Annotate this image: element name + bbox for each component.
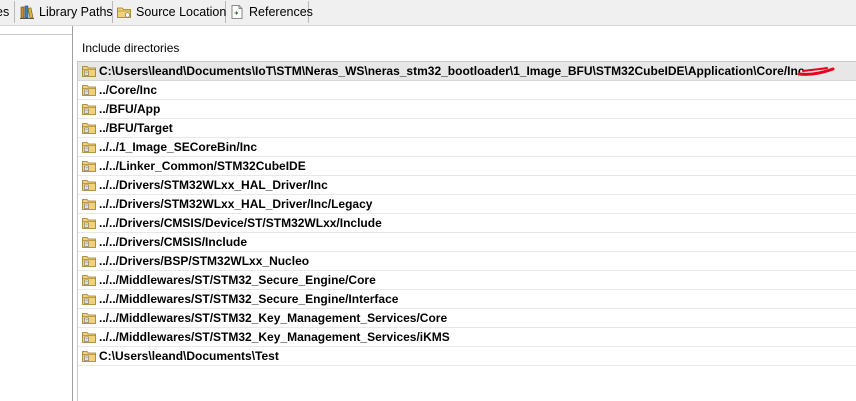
include-path: ../BFU/App — [99, 102, 161, 116]
list-item[interactable]: ../../Drivers/CMSIS/Device/ST/STM32WLxx/… — [78, 214, 856, 233]
list-item[interactable]: ../../Middlewares/ST/STM32_Key_Managemen… — [78, 328, 856, 347]
list-item[interactable]: ../../Drivers/STM32WLxx_HAL_Driver/Inc/L… — [78, 195, 856, 214]
include-folder-icon — [81, 63, 97, 79]
list-item[interactable]: ../../Linker_Common/STM32CubeIDE — [78, 157, 856, 176]
include-path: ../BFU/Target — [99, 121, 173, 135]
include-folder-icon — [81, 101, 97, 117]
include-path: ../../Middlewares/ST/STM32_Key_Managemen… — [99, 330, 450, 344]
include-path: ../../Drivers/BSP/STM32WLxx_Nucleo — [99, 254, 310, 268]
include-path: ../../Drivers/CMSIS/Device/ST/STM32WLxx/… — [99, 216, 382, 230]
include-directories-list[interactable]: C:\Users\leand\Documents\IoT\STM\Neras_W… — [77, 61, 856, 401]
section-label: Include directories — [82, 41, 180, 55]
include-folder-icon — [81, 310, 97, 326]
include-folder-icon — [81, 196, 97, 212]
tab-source-location[interactable]: Source Location — [113, 1, 226, 23]
references-page-icon — [229, 4, 245, 20]
list-item[interactable]: ../../Drivers/STM32WLxx_HAL_Driver/Inc — [78, 176, 856, 195]
include-path: ../../Middlewares/ST/STM32_Secure_Engine… — [99, 292, 399, 306]
list-item[interactable]: ../../Middlewares/ST/STM32_Secure_Engine… — [78, 290, 856, 309]
red-arrow-mark — [797, 67, 835, 76]
tab-partial-label: es — [0, 5, 10, 19]
include-folder-icon — [81, 120, 97, 136]
list-item[interactable]: ../../Drivers/BSP/STM32WLxx_Nucleo — [78, 252, 856, 271]
include-path: ../../Drivers/STM32WLxx_HAL_Driver/Inc — [99, 178, 328, 192]
list-item[interactable]: ../../Middlewares/ST/STM32_Secure_Engine… — [78, 271, 856, 290]
include-path: ../../1_Image_SECoreBin/Inc — [99, 140, 258, 154]
include-folder-icon — [81, 177, 97, 193]
tab-partial[interactable]: es — [0, 1, 15, 23]
include-folder-icon — [81, 82, 97, 98]
include-path: ../../Linker_Common/STM32CubeIDE — [99, 159, 306, 173]
include-folder-icon — [81, 234, 97, 250]
include-folder-icon — [81, 139, 97, 155]
include-path: ../Core/Inc — [99, 83, 158, 97]
library-books-icon — [19, 4, 35, 20]
list-item[interactable]: ../BFU/Target — [78, 119, 856, 138]
include-folder-icon — [81, 272, 97, 288]
list-item[interactable]: ../../Drivers/CMSIS/Include — [78, 233, 856, 252]
list-item[interactable]: ../Core/Inc — [78, 81, 856, 100]
list-item[interactable]: ../../Middlewares/ST/STM32_Key_Managemen… — [78, 309, 856, 328]
include-folder-icon — [81, 215, 97, 231]
include-folder-icon — [81, 253, 97, 269]
include-folder-icon — [81, 348, 97, 364]
include-path: ../../Drivers/STM32WLxx_HAL_Driver/Inc/L… — [99, 197, 373, 211]
tab-source-location-label: Source Location — [136, 5, 227, 19]
include-path: ../../Middlewares/ST/STM32_Key_Managemen… — [99, 311, 448, 325]
properties-page: es Library Paths Source Loc — [0, 0, 856, 401]
include-path: ../../Middlewares/ST/STM32_Secure_Engine… — [99, 273, 376, 287]
include-path: C:\Users\leand\Documents\IoT\STM\Neras_W… — [99, 64, 805, 78]
list-item[interactable]: ../BFU/App — [78, 100, 856, 119]
left-pane — [0, 26, 73, 401]
tab-references[interactable]: References — [227, 1, 313, 23]
include-path: C:\Users\leand\Documents\Test — [99, 349, 279, 363]
tab-references-label: References — [249, 5, 313, 19]
list-item[interactable]: ../../1_Image_SECoreBin/Inc — [78, 138, 856, 157]
list-item[interactable]: C:\Users\leand\Documents\Test — [78, 347, 856, 366]
include-path: ../../Drivers/CMSIS/Include — [99, 235, 248, 249]
tab-library-paths[interactable]: Library Paths — [15, 1, 113, 23]
left-pane-divider — [0, 34, 72, 35]
include-folder-icon — [81, 158, 97, 174]
tab-bar: es Library Paths Source Loc — [0, 0, 856, 26]
list-item[interactable]: C:\Users\leand\Documents\IoT\STM\Neras_W… — [78, 62, 856, 81]
include-folder-icon — [81, 329, 97, 345]
folder-icon — [116, 4, 132, 20]
include-directories-panel: Include directories C:\Users\leand\Docum… — [73, 26, 856, 401]
tab-library-paths-label: Library Paths — [39, 5, 113, 19]
include-folder-icon — [81, 291, 97, 307]
